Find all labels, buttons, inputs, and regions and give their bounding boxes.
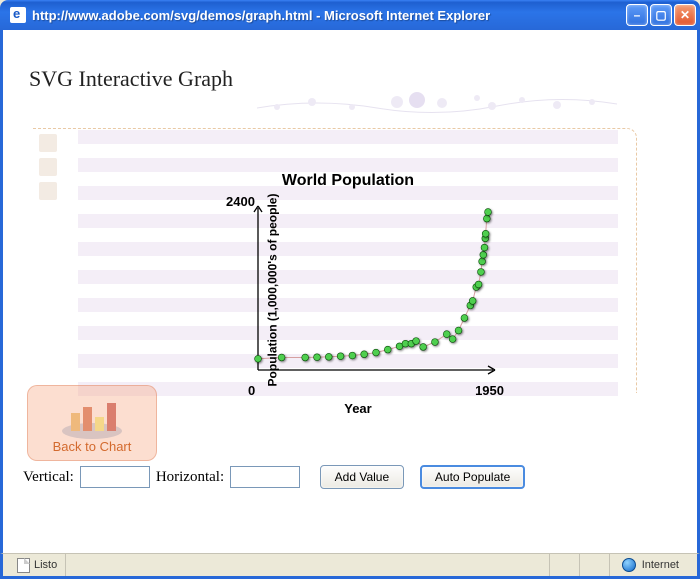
data-point[interactable]	[443, 331, 450, 338]
input-form: Vertical: Horizontal: Add Value Auto Pop…	[23, 465, 525, 489]
document-icon	[17, 558, 30, 573]
data-point[interactable]	[361, 351, 368, 358]
status-text: Listo	[34, 559, 57, 571]
vertical-label: Vertical:	[23, 469, 74, 486]
data-point[interactable]	[420, 344, 427, 351]
chart-x-max-tick: 1950	[475, 383, 504, 398]
data-point[interactable]	[455, 327, 462, 334]
data-point[interactable]	[449, 336, 456, 343]
data-point[interactable]	[485, 209, 492, 216]
data-point[interactable]	[302, 354, 309, 361]
horizontal-label: Horizontal:	[156, 469, 224, 486]
globe-icon	[622, 558, 636, 572]
data-point[interactable]	[432, 339, 439, 346]
data-point[interactable]	[255, 355, 262, 362]
data-point[interactable]	[384, 346, 391, 353]
data-point[interactable]	[475, 281, 482, 288]
data-point[interactable]	[481, 244, 488, 251]
add-value-button[interactable]: Add Value	[320, 465, 405, 489]
chart-y-max-tick: 2400	[226, 194, 255, 209]
chart-x-axis-label: Year	[218, 401, 498, 416]
status-bar: Listo Internet	[0, 553, 700, 579]
data-point[interactable]	[349, 352, 356, 359]
vertical-input[interactable]	[80, 466, 150, 488]
data-point[interactable]	[479, 258, 486, 265]
ie-icon	[10, 7, 26, 23]
data-point[interactable]	[373, 349, 380, 356]
page-title: SVG Interactive Graph	[29, 66, 677, 92]
chart-plot[interactable]: Population (1,000,000's of people) 2400 …	[218, 200, 498, 380]
window-title: http://www.adobe.com/svg/demos/graph.htm…	[32, 8, 490, 23]
data-point[interactable]	[483, 215, 490, 222]
back-to-chart-label: Back to Chart	[53, 439, 132, 454]
chart-svg	[218, 200, 498, 380]
data-point[interactable]	[314, 354, 321, 361]
data-point[interactable]	[325, 353, 332, 360]
minimize-button[interactable]: –	[626, 4, 648, 26]
chart-x-min-tick: 0	[248, 383, 255, 398]
close-button[interactable]: ✕	[674, 4, 696, 26]
data-point[interactable]	[469, 297, 476, 304]
data-point[interactable]	[478, 269, 485, 276]
chart-area: World Population Population (1,000,000's…	[78, 130, 618, 430]
decorative-beads	[257, 90, 637, 120]
data-point[interactable]	[461, 315, 468, 322]
horizontal-input[interactable]	[230, 466, 300, 488]
chart-title: World Population	[78, 172, 618, 190]
chart-y-axis-label: Population (1,000,000's of people)	[265, 194, 279, 387]
auto-populate-button[interactable]: Auto Populate	[420, 465, 525, 489]
bar-chart-icon	[57, 399, 127, 439]
security-zone: Internet	[642, 559, 679, 571]
back-to-chart-button[interactable]: Back to Chart	[27, 385, 157, 461]
data-point[interactable]	[413, 338, 420, 345]
page-body: SVG Interactive Graph World Population P…	[0, 30, 700, 553]
data-point[interactable]	[337, 353, 344, 360]
maximize-button[interactable]: ▢	[650, 4, 672, 26]
legend-swatches	[39, 134, 57, 206]
data-point[interactable]	[482, 230, 489, 237]
data-point[interactable]	[480, 251, 487, 258]
window-titlebar: http://www.adobe.com/svg/demos/graph.htm…	[0, 0, 700, 30]
